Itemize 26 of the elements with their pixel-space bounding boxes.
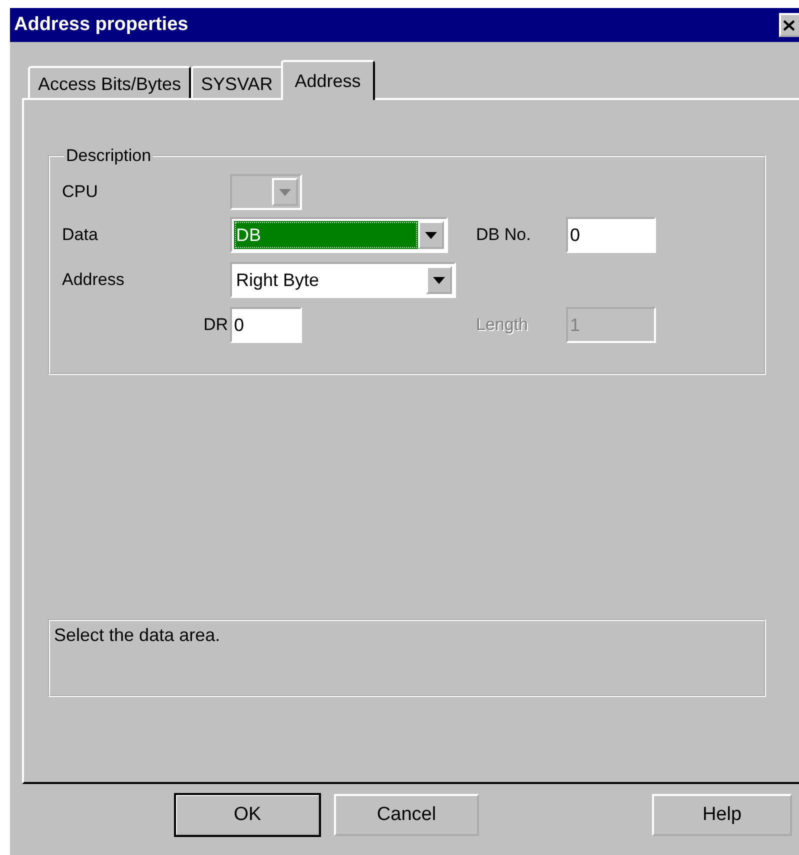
input-field[interactable]: 0 [230, 307, 302, 343]
field-label: DR [203, 315, 229, 335]
field-label: DB No. [476, 225, 532, 245]
window-title: Address properties [14, 14, 188, 36]
field-label: Data [62, 225, 99, 245]
dropdown-button[interactable] [426, 266, 452, 294]
dialog-button[interactable]: Help [652, 794, 792, 836]
input-field[interactable]: 0 [566, 217, 656, 253]
dropdown-field[interactable]: Right Byte [230, 262, 456, 298]
close-button[interactable] [779, 13, 799, 37]
tab[interactable]: Address [280, 60, 375, 100]
field-label: CPU [62, 182, 99, 202]
dropdown-arrow-icon [425, 232, 437, 238]
dropdown-button[interactable] [418, 221, 444, 249]
tab[interactable]: SYSVAR [191, 66, 283, 100]
group-title: Description [65, 146, 152, 166]
dialog-button[interactable]: Cancel [334, 794, 479, 836]
field-label: Length [476, 315, 529, 335]
dialog-button[interactable]: OK [175, 794, 320, 836]
dropdown-field[interactable]: DB [230, 217, 448, 253]
tab[interactable]: Access Bits/Bytes [28, 66, 192, 100]
close-icon [783, 20, 795, 30]
dropdown-arrow-icon [279, 188, 291, 196]
status-box: Select the data area. [48, 619, 766, 697]
dropdown-arrow-icon [433, 276, 445, 284]
field-label: Address [62, 270, 126, 290]
